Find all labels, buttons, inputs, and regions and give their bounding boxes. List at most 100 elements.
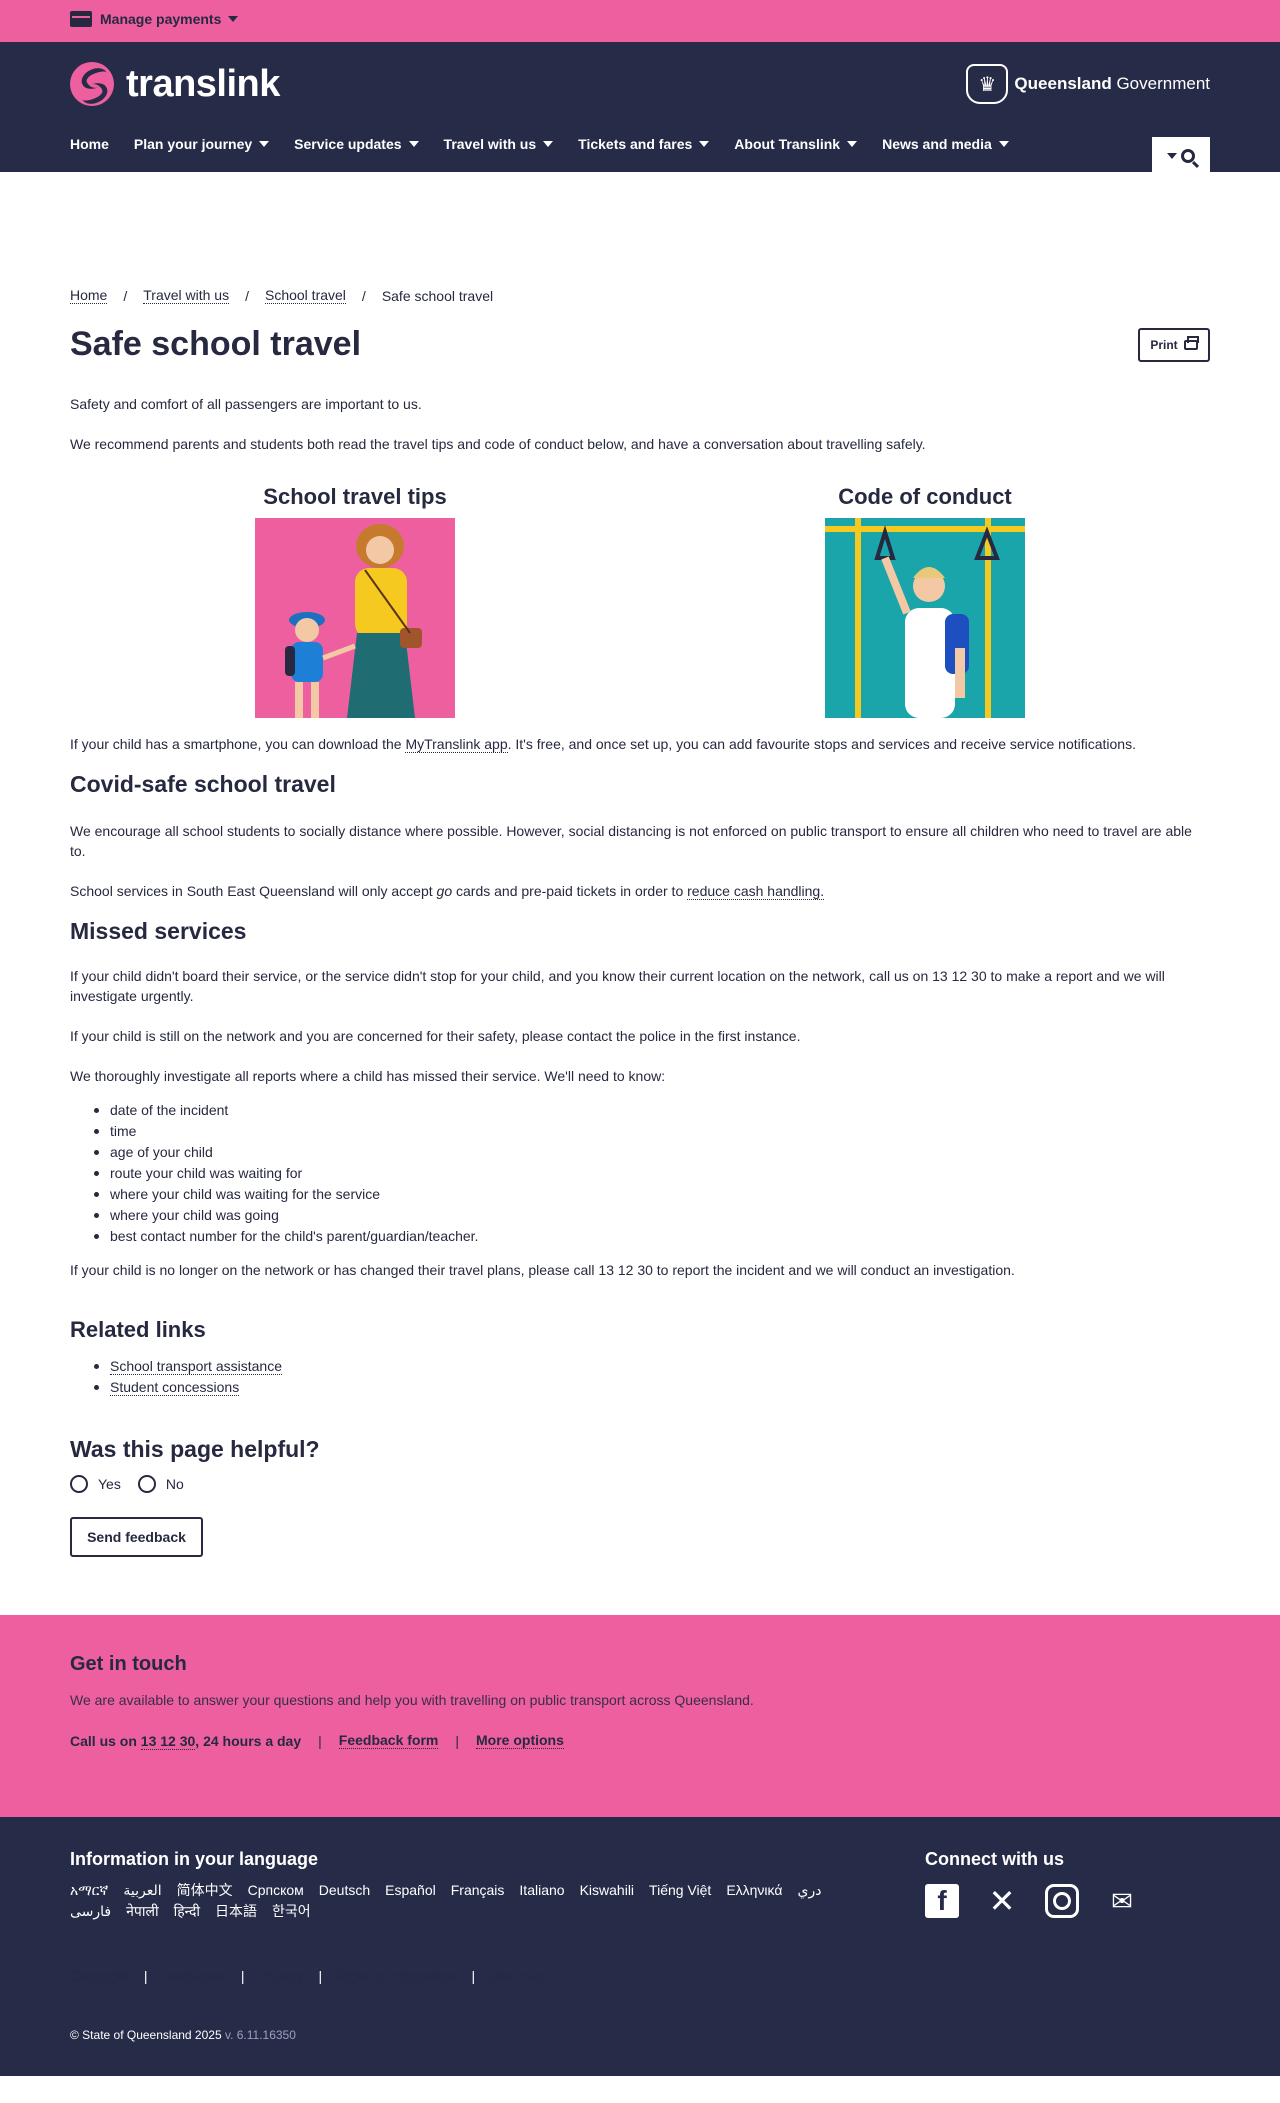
list-item: where your child was waiting for the ser…	[94, 1184, 1210, 1205]
facebook-icon[interactable]: f	[925, 1884, 959, 1918]
copyright-link[interactable]: Copyright	[70, 1968, 130, 1984]
language-link[interactable]: العربية	[123, 1880, 176, 1901]
code-of-conduct-card[interactable]: Code of conduct	[640, 484, 1210, 718]
student-concessions-link[interactable]: Student concessions	[110, 1379, 240, 1396]
logo-text: translink	[126, 62, 280, 105]
missed-paragraph: If your child is still on the network an…	[70, 1028, 801, 1044]
card-title: Code of conduct	[838, 484, 1012, 509]
breadcrumb-current: Safe school travel	[381, 287, 494, 304]
site-header: translink Queensland Government Home Pla…	[0, 42, 1280, 175]
copyright-text: © State of Queensland 2025 v. 6.11.16350	[70, 2028, 296, 2042]
reduce-cash-handling-link[interactable]: reduce cash handling.	[687, 883, 825, 900]
intro-paragraph: We recommend parents and students both r…	[70, 436, 926, 452]
connect-section: Connect with us f ✕ ✉	[925, 1849, 1165, 1919]
school-travel-tips-card[interactable]: School travel tips	[70, 484, 640, 718]
related-links-heading: Related links	[70, 1317, 206, 1342]
list-item: age of your child	[94, 1142, 1210, 1163]
nav-service-updates[interactable]: Service updates	[294, 136, 419, 152]
missed-paragraph: We thoroughly investigate all reports wh…	[70, 1068, 666, 1084]
instagram-icon[interactable]	[1045, 1884, 1079, 1918]
breadcrumb-separator: /	[361, 287, 366, 304]
email-icon[interactable]: ✉	[1105, 1884, 1139, 1918]
nav-tickets-and-fares[interactable]: Tickets and fares	[578, 136, 710, 152]
language-link[interactable]: Italiano	[519, 1880, 579, 1901]
get-in-touch-section: Get in touch We are available to answer …	[0, 1615, 1280, 1817]
nav-about-translink[interactable]: About Translink	[734, 136, 858, 152]
phone-link[interactable]: 13 12 30	[140, 1732, 196, 1750]
language-link[interactable]: नेपाली	[126, 1901, 173, 1922]
breadcrumb-separator: /	[123, 287, 128, 304]
breadcrumb-separator: /	[245, 287, 249, 304]
nav-plan-your-journey[interactable]: Plan your journey	[134, 136, 270, 152]
get-in-touch-text: We are available to answer your question…	[70, 1692, 754, 1708]
footer-links: Copyright | Disclaimer | Privacy | Right to…	[70, 1968, 545, 1984]
language-link[interactable]: Ελληνικά	[726, 1880, 797, 1901]
language-list: አማርኛ العربية 简体中文 Српском Deutsch Español Fran…	[70, 1880, 890, 1922]
site-footer: Information in your language አማርኛ العربية…	[0, 1817, 1280, 2076]
yes-radio[interactable]	[70, 1475, 88, 1493]
disclaimer-link[interactable]: Disclaimer	[162, 1968, 227, 1984]
top-bar: Manage payments	[0, 0, 1280, 42]
language-link[interactable]: Kiswahili	[580, 1880, 649, 1901]
privacy-link[interactable]: Privacy	[259, 1968, 305, 1984]
language-link[interactable]: 한국어	[272, 1901, 326, 1922]
x-icon[interactable]: ✕	[985, 1883, 1019, 1919]
language-link[interactable]: Deutsch	[319, 1880, 385, 1901]
language-section: Information in your language አማርኛ العربية…	[70, 1849, 890, 1922]
no-radio[interactable]	[137, 1475, 156, 1493]
chevron-down-icon	[847, 141, 858, 147]
search-toggle-button[interactable]	[1152, 137, 1210, 175]
translink-logo-icon	[70, 62, 114, 106]
version-text: v. 6.11.16350	[221, 2028, 296, 2042]
language-heading: Information in your language	[70, 1849, 319, 1869]
breadcrumb-travel-with-us[interactable]: Travel with us	[143, 287, 230, 304]
mytranslink-app-link[interactable]: MyTranslink app	[405, 736, 508, 753]
missed-paragraph: If your child is no longer on the networ…	[70, 1262, 1015, 1278]
language-link[interactable]: Français	[451, 1880, 520, 1901]
manage-payments-menu[interactable]: Manage payments	[100, 11, 221, 27]
main-content: Home / Travel with us / School travel / …	[70, 172, 1210, 1557]
parent-and-child-illustration	[255, 518, 455, 718]
connect-heading: Connect with us	[925, 1849, 1064, 1869]
feedback-form-link[interactable]: Feedback form	[338, 1732, 439, 1749]
nav-travel-with-us[interactable]: Travel with us	[444, 136, 554, 152]
queensland-government-logo[interactable]: Queensland Government	[966, 64, 1210, 104]
language-link[interactable]: 简体中文	[177, 1880, 248, 1901]
print-button[interactable]: Print	[1138, 328, 1210, 362]
card-title: School travel tips	[263, 484, 447, 509]
breadcrumb-home[interactable]: Home	[70, 287, 108, 304]
chevron-down-icon	[699, 141, 710, 147]
helpful-heading: Was this page helpful?	[70, 1436, 320, 1462]
site-map-link[interactable]: Site map	[489, 1968, 544, 1984]
contact-links: Call us on 13 12 30, 24 hours a day | Fe…	[70, 1732, 1210, 1750]
breadcrumb-school-travel[interactable]: School travel	[264, 287, 346, 304]
yes-label: Yes	[98, 1476, 121, 1492]
nav-news-and-media[interactable]: News and media	[882, 136, 1009, 152]
language-link[interactable]: አማርኛ	[70, 1880, 123, 1901]
language-link[interactable]: 日本語	[215, 1901, 272, 1922]
get-in-touch-heading: Get in touch	[70, 1653, 187, 1675]
page-title: Safe school travel	[70, 325, 362, 363]
language-link[interactable]: دري	[797, 1880, 836, 1901]
school-transport-assistance-link[interactable]: School transport assistance	[110, 1358, 282, 1375]
covid-paragraph: We encourage all school students to soci…	[70, 823, 1192, 859]
right-to-information-link[interactable]: Right to information	[336, 1968, 457, 1984]
language-link[interactable]: فارسی	[70, 1901, 126, 1922]
separator: |	[455, 1732, 459, 1749]
missed-paragraph: If your child didn't board their service…	[70, 968, 1165, 1004]
translink-logo[interactable]: translink	[70, 62, 280, 106]
language-link[interactable]: Tiếng Việt	[649, 1880, 726, 1901]
call-us-text: Call us on 13 12 30, 24 hours a day	[70, 1732, 302, 1750]
more-options-link[interactable]: More options	[476, 1732, 564, 1749]
send-feedback-button[interactable]: Send feedback	[70, 1517, 203, 1557]
chevron-down-icon	[408, 141, 419, 147]
language-link[interactable]: हिन्दी	[174, 1901, 215, 1922]
chevron-down-icon	[543, 141, 554, 147]
language-link[interactable]: Српском	[248, 1880, 319, 1901]
payment-card-icon	[70, 11, 92, 27]
covid-paragraph: School services in South East Queensland…	[70, 883, 825, 900]
qgov-rest: Government	[1111, 74, 1210, 93]
language-link[interactable]: Español	[385, 1880, 451, 1901]
nav-home[interactable]: Home	[70, 136, 109, 152]
feature-cards: School travel tips Code of conduct	[70, 484, 1210, 718]
